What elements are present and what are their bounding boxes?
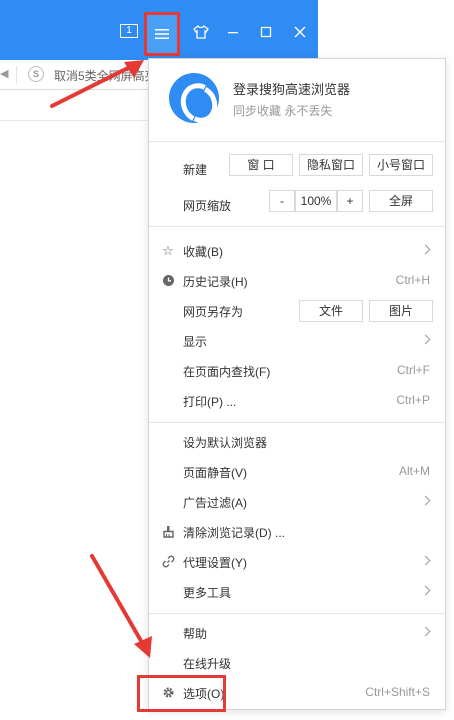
menu-item-label: 广告过滤(A): [183, 496, 247, 510]
sogou-logo-icon: [169, 73, 219, 123]
star-icon: ☆: [162, 243, 174, 258]
menu-item-label: 网页另存为: [183, 305, 244, 319]
clock-icon: [161, 274, 175, 288]
zoom-out-button[interactable]: -: [269, 190, 295, 212]
zoom-in-button[interactable]: +: [337, 190, 363, 212]
dropdown-arrow-icon[interactable]: ◀: [0, 67, 8, 80]
menu-item-label: 清除浏览记录(D) ...: [183, 526, 285, 540]
menu-item-find[interactable]: 在页面内查找(F) Ctrl+F: [149, 356, 445, 386]
close-button[interactable]: [285, 14, 315, 50]
zoom-label: 网页缩放: [183, 199, 232, 213]
divider: [149, 226, 445, 227]
menu-item-label: 页面静音(V): [183, 466, 247, 480]
menu-item-ad-filter[interactable]: 广告过滤(A): [149, 487, 445, 517]
menu-item-label: 在页面内查找(F): [183, 365, 271, 379]
chevron-right-icon: [420, 585, 431, 596]
highlight-box-options: [137, 675, 226, 712]
skin-button[interactable]: [186, 14, 216, 50]
minimize-button[interactable]: [218, 14, 248, 50]
page-divider: [0, 120, 150, 121]
close-icon: [294, 26, 306, 38]
link-icon: [161, 555, 175, 569]
login-subtitle: 同步收藏 永不丢失: [233, 104, 333, 118]
skin-icon: [193, 25, 209, 39]
menu-item-mute[interactable]: 页面静音(V) Alt+M: [149, 457, 445, 487]
menu-item-label: 代理设置(Y): [183, 556, 247, 570]
maximize-button[interactable]: [251, 14, 281, 50]
tab-count-icon[interactable]: 1: [120, 24, 138, 38]
menu-item-label: 收藏(B): [183, 245, 223, 259]
address-hint-text[interactable]: 取消5类全网屏高亮: [54, 67, 157, 84]
menu-item-label: 更多工具: [183, 586, 232, 600]
menu-item-label: 历史记录(H): [183, 275, 248, 289]
sogou-s-icon[interactable]: S: [28, 66, 44, 82]
chevron-right-icon: [420, 555, 431, 566]
menu-item-more-tools[interactable]: 更多工具: [149, 577, 445, 607]
menu-item-set-default[interactable]: 设为默认浏览器: [149, 427, 445, 457]
menu-item-help[interactable]: 帮助: [149, 618, 445, 648]
menu-item-print[interactable]: 打印(P) ... Ctrl+P: [149, 386, 445, 416]
menu-item-label: 显示: [183, 335, 208, 349]
menu-item-label: 在线升级: [183, 657, 232, 671]
menu-item-save-as: 网页另存为 文件 图片: [149, 296, 445, 326]
menu-item-proxy[interactable]: 代理设置(Y): [149, 547, 445, 577]
broom-icon: [161, 525, 175, 539]
chevron-right-icon: [420, 626, 431, 637]
shortcut-text: Ctrl+H: [395, 273, 430, 287]
divider: [149, 422, 445, 423]
menu-item-label: 帮助: [183, 627, 208, 641]
shortcut-text: Ctrl+Shift+S: [365, 685, 430, 699]
new-private-window-button[interactable]: 隐私窗口: [299, 154, 363, 176]
menu-item-history[interactable]: 历史记录(H) Ctrl+H: [149, 266, 445, 296]
new-window-button[interactable]: 窗 口: [229, 154, 293, 176]
maximize-icon: [260, 26, 272, 38]
divider: [149, 141, 445, 142]
title-bar: 1: [0, 0, 318, 60]
fullscreen-button[interactable]: 全屏: [369, 190, 433, 212]
menu-item-label: 打印(P) ...: [183, 395, 237, 409]
menu-item-clear-history[interactable]: 清除浏览记录(D) ...: [149, 517, 445, 547]
main-menu-button[interactable]: [144, 12, 180, 56]
save-as-image-button[interactable]: 图片: [369, 300, 433, 322]
new-window-row: 新建 窗 口 隐私窗口 小号窗口: [149, 154, 445, 184]
chevron-right-icon: [420, 334, 431, 345]
chevron-right-icon: [420, 495, 431, 506]
shortcut-text: Ctrl+F: [397, 363, 430, 377]
new-small-window-button[interactable]: 小号窗口: [369, 154, 433, 176]
divider: [149, 613, 445, 614]
menu-item-label: 设为默认浏览器: [183, 436, 268, 450]
save-as-file-button[interactable]: 文件: [299, 300, 363, 322]
menu-item-online-update[interactable]: 在线升级: [149, 648, 445, 678]
menu-icon: [155, 29, 169, 39]
zoom-value[interactable]: 100%: [295, 190, 337, 212]
shortcut-text: Ctrl+P: [396, 393, 430, 407]
menu-item-display[interactable]: 显示: [149, 326, 445, 356]
login-title[interactable]: 登录搜狗高速浏览器: [233, 79, 350, 98]
main-menu-dropdown: 登录搜狗高速浏览器 同步收藏 永不丢失 新建 窗 口 隐私窗口 小号窗口 网页缩…: [148, 58, 446, 710]
login-header[interactable]: 登录搜狗高速浏览器 同步收藏 永不丢失: [149, 59, 445, 141]
shortcut-text: Alt+M: [398, 464, 430, 478]
chevron-right-icon: [420, 244, 431, 255]
zoom-row: 网页缩放 - 100% + 全屏: [149, 190, 445, 220]
divider: [16, 66, 17, 84]
new-label: 新建: [183, 163, 208, 177]
menu-item-favorites[interactable]: ☆ 收藏(B): [149, 236, 445, 266]
minimize-icon: [228, 32, 238, 34]
